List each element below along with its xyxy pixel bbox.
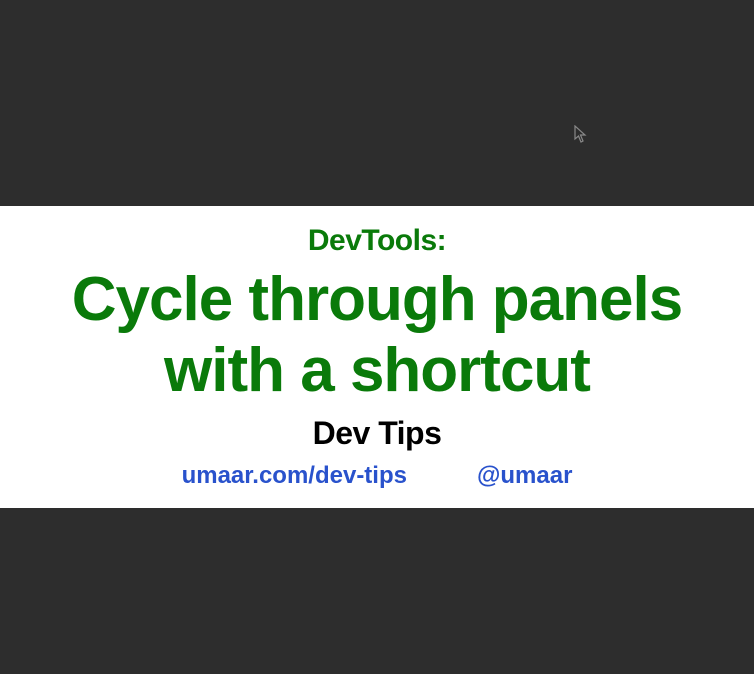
twitter-link[interactable]: @umaar	[477, 462, 572, 490]
title-card: DevTools: Cycle through panels with a sh…	[0, 206, 754, 508]
subtitle-text: Dev Tips	[20, 415, 734, 452]
links-row: umaar.com/dev-tips @umaar	[20, 462, 734, 490]
website-link[interactable]: umaar.com/dev-tips	[182, 462, 407, 490]
pretitle-text: DevTools:	[20, 224, 734, 258]
cursor-icon	[574, 125, 588, 143]
main-title-text: Cycle through panels with a shortcut	[20, 264, 734, 407]
